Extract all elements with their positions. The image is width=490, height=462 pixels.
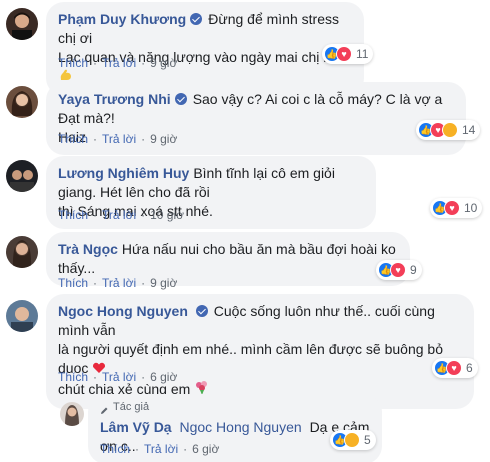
- reply-link[interactable]: Trả lời: [144, 442, 178, 456]
- comment-time[interactable]: 9 giờ: [150, 132, 177, 146]
- verified-badge-icon: [195, 305, 208, 317]
- reaction-count: 9: [410, 263, 417, 277]
- author-badge-label: Tác giả: [113, 401, 150, 413]
- reply-author[interactable]: Lâm Vỹ Dạ: [100, 419, 172, 435]
- like-link[interactable]: Thích: [58, 208, 88, 222]
- avatar[interactable]: [6, 300, 38, 332]
- reply-link[interactable]: Trả lời: [102, 56, 136, 70]
- like-link[interactable]: Thích: [58, 276, 88, 290]
- reaction-summary[interactable]: 👍 ♥ 6: [432, 358, 478, 378]
- like-link[interactable]: Thích: [58, 56, 88, 70]
- love-reaction-icon: ♥: [390, 262, 406, 278]
- reaction-count: 10: [464, 201, 478, 215]
- avatar[interactable]: [6, 8, 38, 40]
- comment-actions: Thích · Trả lời · 10 giờ: [58, 208, 184, 222]
- comment-actions: Thích · Trả lời · 6 giờ: [58, 370, 178, 384]
- comment-actions: Thích · Trả lời · 9 giờ: [58, 276, 178, 290]
- pencil-icon: [100, 403, 109, 414]
- comment-actions: Thích · Trả lời · 9 giờ: [58, 56, 178, 70]
- comment-time[interactable]: 10 giờ: [150, 208, 184, 222]
- author-badge: Tác giả: [100, 398, 370, 417]
- comment-author[interactable]: Trà Ngọc: [58, 241, 118, 257]
- love-reaction-icon: ♥: [336, 46, 352, 62]
- reply-time[interactable]: 6 giờ: [192, 442, 219, 456]
- reaction-count: 5: [364, 433, 371, 447]
- reply-link[interactable]: Trả lời: [102, 132, 136, 146]
- reaction-count: 6: [466, 361, 473, 375]
- reply-mention[interactable]: Ngoc Hong Nguyen: [179, 419, 301, 435]
- reply-link[interactable]: Trả lời: [102, 370, 136, 384]
- reaction-summary[interactable]: 👍 5: [330, 430, 376, 450]
- comment-bubble: Ngoc Hong Nguyen Cuộc sống luôn như thế.…: [46, 294, 474, 409]
- reaction-summary[interactable]: 👍 ♥ 9: [376, 260, 422, 280]
- comment-author[interactable]: Ngoc Hong Nguyen: [58, 303, 188, 319]
- comment-author[interactable]: Yaya Trương Nhi: [58, 91, 171, 107]
- like-link[interactable]: Thích: [100, 442, 130, 456]
- love-reaction-icon: ♥: [446, 360, 462, 376]
- comment-actions: Thích · Trả lời · 9 giờ: [58, 132, 178, 146]
- avatar[interactable]: [60, 402, 84, 426]
- reaction-summary[interactable]: 👍 ♥ 14: [416, 120, 481, 140]
- comment-time[interactable]: 9 giờ: [150, 276, 177, 290]
- reaction-count: 14: [462, 123, 476, 137]
- comment-time[interactable]: 9 giờ: [150, 56, 177, 70]
- reply-link[interactable]: Trả lời: [102, 208, 136, 222]
- avatar[interactable]: [6, 86, 38, 118]
- avatar[interactable]: [6, 236, 38, 268]
- comment-author[interactable]: Phạm Duy Khương: [58, 11, 186, 27]
- verified-badge-icon: [174, 93, 187, 105]
- reaction-summary[interactable]: 👍 ♥ 10: [430, 198, 483, 218]
- verified-badge-icon: [190, 13, 203, 25]
- reaction-summary[interactable]: 👍 ♥ 11: [322, 44, 374, 64]
- haha-reaction-icon: [344, 432, 360, 448]
- reply-actions: Thích · Trả lời · 6 giờ: [100, 442, 220, 456]
- comment-author[interactable]: Lương Nghiêm Huy: [58, 165, 189, 181]
- comment-time[interactable]: 6 giờ: [150, 370, 177, 384]
- avatar[interactable]: [6, 160, 38, 192]
- love-reaction-icon: ♥: [444, 200, 460, 216]
- reply-link[interactable]: Trả lời: [102, 276, 136, 290]
- like-link[interactable]: Thích: [58, 370, 88, 384]
- like-link[interactable]: Thích: [58, 132, 88, 146]
- sad-reaction-icon: [442, 122, 458, 138]
- reaction-count: 11: [356, 47, 369, 61]
